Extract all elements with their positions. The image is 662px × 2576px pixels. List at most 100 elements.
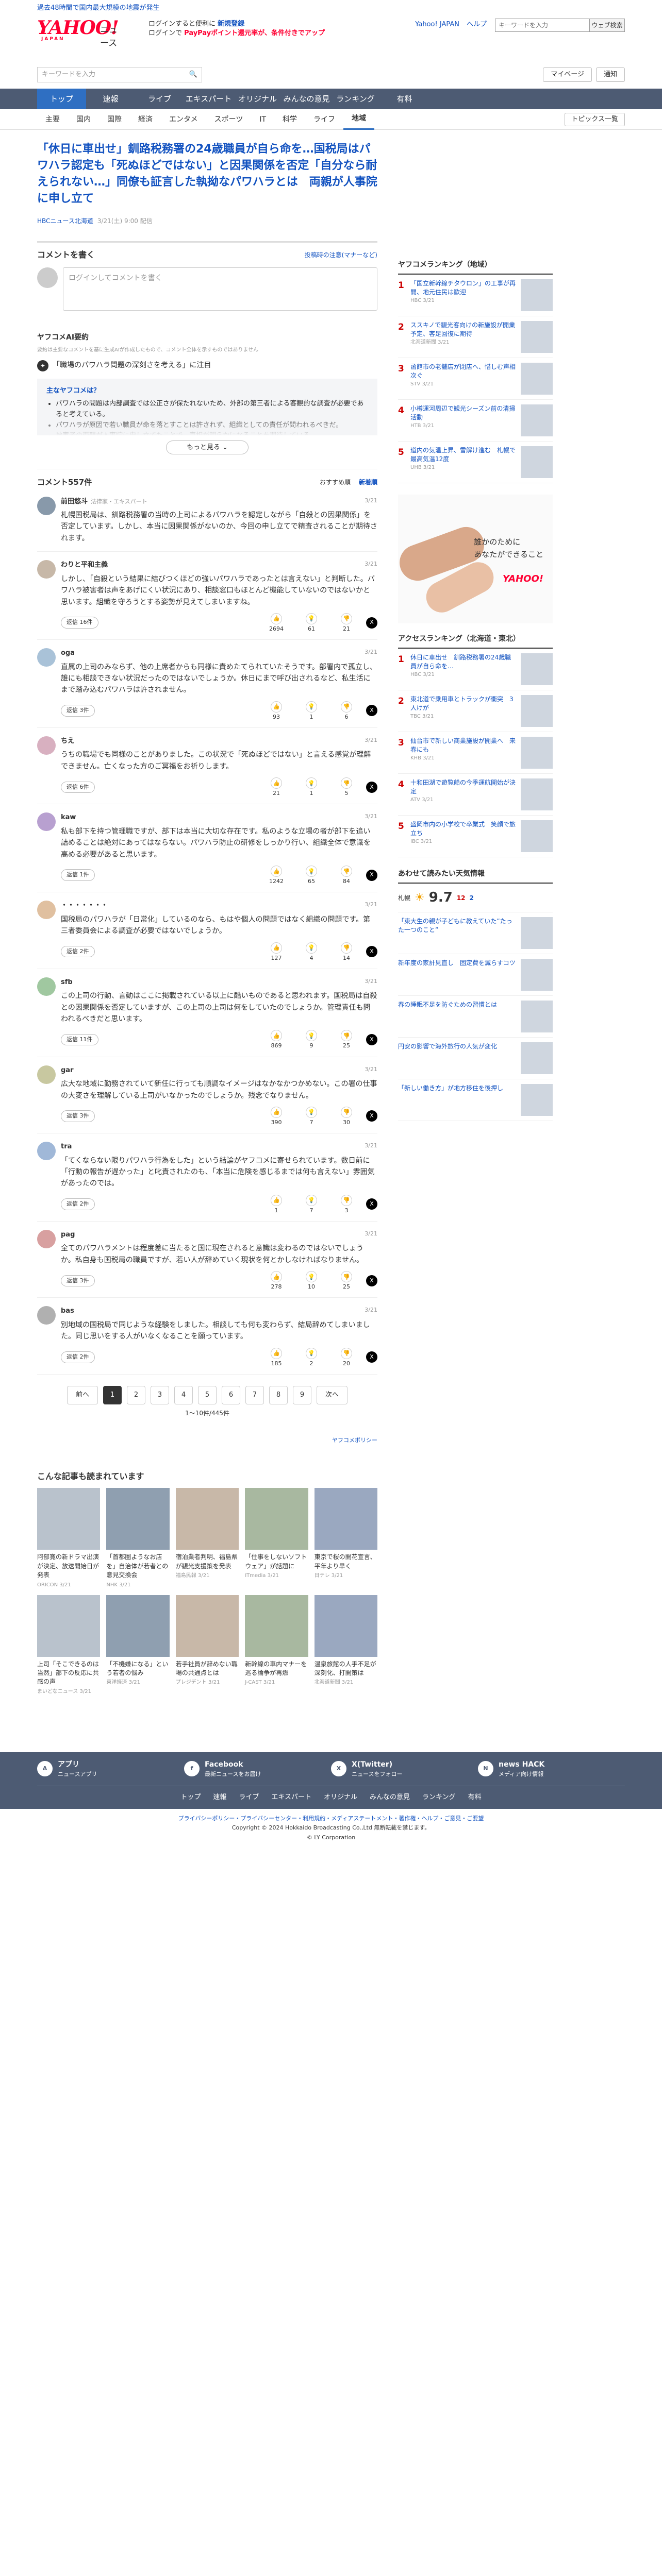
weather-row[interactable]: 札幌 ☀ 9.7 12 2 — [398, 884, 553, 912]
yahoo-news-logo[interactable]: YAHOO! JAPAN ニュース — [37, 18, 120, 48]
subnav-item[interactable]: 科学 — [274, 109, 305, 130]
sort-recommended[interactable]: おすすめ順 — [320, 478, 351, 487]
x-share-icon[interactable]: X — [366, 1351, 377, 1363]
reaction-button[interactable]: 💡 10 — [296, 1271, 327, 1290]
recommend-card[interactable]: 温泉旅館の人手不足が深刻化、打開策は 北海道新聞 3/21 — [314, 1595, 377, 1696]
article-title[interactable]: 「休日に車出せ」釧路税務署の24歳職員が自ら命を…国税局はパワハラ認定も「死ぬほ… — [37, 141, 377, 207]
comment-author[interactable]: 前田悠斗 法律家・エキスパート — [61, 497, 377, 507]
reply-button[interactable]: 返信 2件 — [61, 1198, 95, 1210]
reply-button[interactable]: 返信 3件 — [61, 1275, 95, 1287]
nav-item[interactable]: 有料 — [380, 89, 429, 109]
reaction-button[interactable]: 👍 390 — [261, 1106, 292, 1126]
reaction-button[interactable]: 👍 1242 — [261, 866, 292, 885]
footer-links[interactable]: プライバシーポリシー・プライバシーセンター・利用規約・メディアステートメント・著… — [0, 1814, 662, 1824]
ranking-item[interactable]: 4 十和田湖で遊覧船の今季運航開始が決定 ATV 3/21 — [398, 774, 553, 816]
reply-button[interactable]: 返信 11件 — [61, 1033, 98, 1046]
avatar[interactable] — [37, 1229, 56, 1248]
comment-author[interactable]: ・・・・・・・ — [61, 901, 377, 911]
footer-nav-item[interactable]: みんなの意見 — [370, 1792, 410, 1803]
page-button[interactable]: 8 — [269, 1385, 288, 1404]
related-link[interactable]: 「新しい働き方」が地方移住を後押し — [398, 1079, 553, 1121]
reaction-button[interactable]: 💡 2 — [296, 1347, 327, 1367]
reply-button[interactable]: 返信 6件 — [61, 781, 95, 793]
reaction-button[interactable]: 👎 30 — [331, 1106, 362, 1126]
nav-item[interactable]: みんなの意見 — [282, 89, 331, 109]
footer-nav-item[interactable]: ライブ — [239, 1792, 259, 1803]
nav-item[interactable]: ランキング — [331, 89, 380, 109]
x-share-icon[interactable]: X — [366, 946, 377, 958]
web-search-button[interactable]: ウェブ検索 — [590, 19, 625, 32]
notice-text[interactable]: 過去48時間で国内最大規模の地震が発生 — [37, 3, 160, 13]
recommend-card[interactable]: 上司「そこできるのは当然」部下の反応に共感の声 まいどなニュース 3/21 — [37, 1595, 101, 1696]
ranking-item[interactable]: 2 東北道で乗用車とトラックが衝突 3人けが TBC 3/21 — [398, 690, 553, 732]
page-button[interactable]: 7 — [245, 1385, 264, 1404]
reaction-button[interactable]: 👍 93 — [261, 701, 292, 720]
nav-item[interactable]: トップ — [37, 89, 86, 109]
search-icon[interactable]: 🔍 — [189, 70, 197, 80]
avatar[interactable] — [37, 1306, 56, 1325]
ranking-item[interactable]: 3 函館市の老舗店が閉店へ、惜しむ声相次ぐ STV 3/21 — [398, 358, 553, 400]
page-button[interactable]: 4 — [174, 1385, 193, 1404]
reply-button[interactable]: 返信 2件 — [61, 945, 95, 958]
ranking-item[interactable]: 4 小樽運河周辺で観光シーズン前の清掃活動 HTB 3/21 — [398, 400, 553, 442]
reaction-button[interactable]: 👎 25 — [331, 1271, 362, 1290]
comment-author[interactable]: kaw — [61, 812, 377, 823]
news-search-input[interactable]: キーワードを入力 🔍 — [37, 67, 202, 82]
reaction-button[interactable]: 👎 84 — [331, 866, 362, 885]
ranking-item[interactable]: 5 盛岡市内の小学校で卒業式 笑顔で旅立ち IBC 3/21 — [398, 816, 553, 857]
source-link[interactable]: HBCニュース北海道 — [37, 217, 93, 225]
related-link[interactable]: 春の睡眠不足を防ぐための習慣とは — [398, 996, 553, 1038]
next-page-button[interactable]: 次へ — [317, 1385, 347, 1404]
avatar[interactable] — [37, 736, 56, 755]
reaction-button[interactable]: 👎 3 — [331, 1194, 362, 1214]
x-share-icon[interactable]: X — [366, 869, 377, 881]
reply-button[interactable]: 返信 3件 — [61, 705, 95, 717]
ranking-item[interactable]: 3 仙台市で新しい商業施設が開業へ 来春にも KHB 3/21 — [398, 732, 553, 774]
x-share-icon[interactable]: X — [366, 705, 377, 717]
reaction-button[interactable]: 💡 1 — [296, 777, 327, 796]
reaction-button[interactable]: 👎 25 — [331, 1030, 362, 1049]
help-link[interactable]: ヘルプ — [467, 20, 487, 30]
avatar[interactable] — [37, 812, 56, 832]
x-share-icon[interactable]: X — [366, 781, 377, 793]
reaction-button[interactable]: 👍 278 — [261, 1271, 292, 1290]
footer-social[interactable]: A アプリ ニュースアプリ — [37, 1759, 184, 1779]
reaction-button[interactable]: 👎 6 — [331, 701, 362, 720]
recommend-card[interactable]: 阿部寛の新ドラマ出演が決定、放送開始日が発表 ORICON 3/21 — [37, 1488, 101, 1588]
signup-link[interactable]: 新規登録 — [218, 20, 244, 28]
avatar[interactable] — [37, 901, 56, 920]
sort-newest[interactable]: 新着順 — [359, 478, 377, 487]
recommend-card[interactable]: 若手社員が辞めない職場の共通点とは プレジデント 3/21 — [175, 1595, 239, 1696]
subnav-item[interactable]: 地域 — [343, 109, 375, 130]
subnav-item[interactable]: スポーツ — [206, 109, 252, 130]
footer-nav-item[interactable]: トップ — [180, 1792, 201, 1803]
login-promo[interactable]: ログインすると便利に 新規登録 ログインで PayPayポイント還元率が、条件付… — [148, 18, 325, 38]
related-link[interactable]: 「東大生の親が子どもに教えていた”たった一つのこと” — [398, 912, 553, 954]
prev-page-button[interactable]: 前へ — [67, 1385, 98, 1404]
reply-button[interactable]: 返信 1件 — [61, 869, 95, 881]
comment-input[interactable]: ログインしてコメントを書く — [63, 267, 377, 311]
footer-social[interactable]: X X(Twitter) ニュースをフォロー — [331, 1759, 478, 1779]
reaction-button[interactable]: 💡 1 — [296, 701, 327, 720]
reply-button[interactable]: 返信 16件 — [61, 617, 98, 629]
footer-nav-item[interactable]: オリジナル — [324, 1792, 357, 1803]
subnav-item[interactable]: 主要 — [37, 109, 68, 130]
recommend-card[interactable]: 宿泊業者判明、福島県が観光支援策を発表 福島民報 3/21 — [175, 1488, 239, 1588]
ranking-item[interactable]: 1 「国立新幹線チタウロン」の工事が再開、地元住民は歓迎 HBC 3/21 — [398, 275, 553, 316]
nav-item[interactable]: 速報 — [86, 89, 135, 109]
comment-author[interactable]: わりと平和主義 — [61, 560, 377, 570]
reaction-button[interactable]: 👎 14 — [331, 942, 362, 961]
footer-nav-item[interactable]: エキスパート — [271, 1792, 311, 1803]
comment-rules-link[interactable]: 投稿時の注意(マナーなど) — [305, 250, 377, 260]
reaction-button[interactable]: 👍 185 — [261, 1347, 292, 1367]
x-share-icon[interactable]: X — [366, 1275, 377, 1286]
comment-author[interactable]: pag — [61, 1230, 377, 1240]
subnav-item[interactable]: エンタメ — [161, 109, 206, 130]
avatar[interactable] — [37, 1142, 56, 1161]
page-button[interactable]: 9 — [293, 1385, 311, 1404]
subnav-item[interactable]: 国内 — [68, 109, 99, 130]
page-button[interactable]: 2 — [127, 1385, 145, 1404]
ranking-item[interactable]: 1 休日に車出せ 釧路税務署の24歳職員が自ら命を… HBC 3/21 — [398, 649, 553, 690]
show-more-button[interactable]: もっと見る ⌄ — [166, 440, 249, 455]
page-button[interactable]: 6 — [222, 1385, 240, 1404]
